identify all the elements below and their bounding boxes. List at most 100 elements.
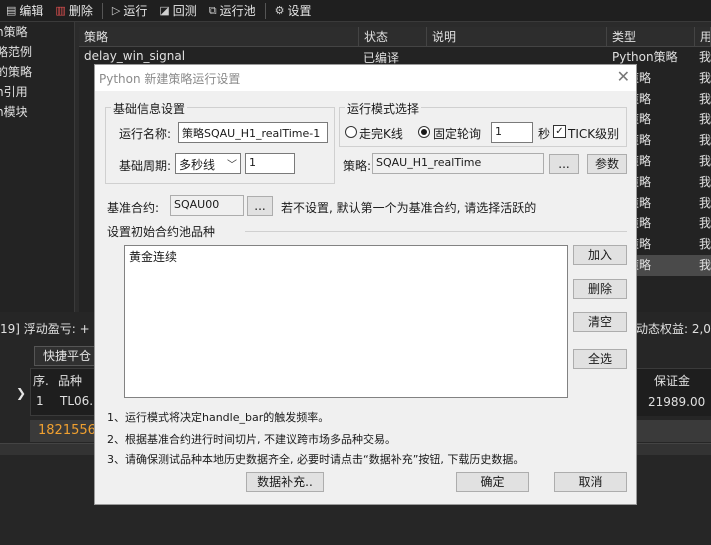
col-variety-header: 品种 xyxy=(58,374,83,388)
row-margin-cell: 21989.00 xyxy=(648,395,706,409)
run-name-input[interactable]: 策略SQAU_H1_realTime-1 xyxy=(178,122,328,143)
run-label: 运行 xyxy=(123,4,148,18)
main-toolbar: ▤ 编辑 ▥ 删除 ▷ 运行 ◪ 回测 ⧉ 运行池 ⚙ 设置 xyxy=(0,0,711,22)
tree-item[interactable]: 的策略 xyxy=(0,62,74,82)
run-name-label: 运行名称: xyxy=(119,127,172,141)
note-3: 3、请确保测试品种本地历史数据齐全, 必要时请点击“数据补充”按钮, 下载历史数… xyxy=(107,453,525,466)
list-item[interactable]: 黄金连续 xyxy=(129,248,177,265)
strategy-tree: n策略 略范例 的策略 n引用 n模块 xyxy=(0,22,75,312)
pool-divider xyxy=(245,231,627,232)
pool-group-title: 设置初始合约池品种 xyxy=(107,225,216,239)
expand-arrow-icon[interactable]: ❯ xyxy=(16,386,26,400)
edit-icon: ▤ xyxy=(6,4,17,17)
strategy-browse-button[interactable]: ... xyxy=(549,154,579,174)
run-pool-button[interactable]: ⧉ 运行池 xyxy=(203,0,262,22)
new-strategy-run-dialog: Python 新建策略运行设置 ✕ 基础信息设置 运行名称: 策略SQAU_H1… xyxy=(94,64,637,505)
tree-item[interactable]: n引用 xyxy=(0,82,74,102)
run-mode-group-title: 运行模式选择 xyxy=(345,100,422,117)
tree-item[interactable]: n模块 xyxy=(0,102,74,122)
edit-button[interactable]: ▤ 编辑 xyxy=(0,0,49,22)
row-seq-cell: 1 xyxy=(36,394,44,408)
note-1: 1、运行模式将决定handle_bar的触发频率。 xyxy=(107,411,330,424)
gear-icon: ⚙ xyxy=(274,4,285,17)
quick-close-tab[interactable]: 快捷平仓 xyxy=(34,346,96,366)
col-seq-header: 序. xyxy=(33,374,49,388)
delete-button[interactable]: ▥ 删除 xyxy=(49,0,98,22)
dynamic-equity-label: 动态权益: 2,03 xyxy=(636,322,711,336)
use-cell: 我 xyxy=(699,133,711,148)
base-contract-hint: 若不设置, 默认第一个为基准合约, 请选择活跃的 xyxy=(281,201,537,215)
base-contract-browse-button[interactable]: ... xyxy=(247,196,273,216)
use-column: 我 我 我 我 我 我 我 我 我 我 我 xyxy=(695,47,711,276)
mode-kline-label[interactable]: 走完K线 xyxy=(359,125,403,142)
period-select[interactable]: 多秒线 ﹀ xyxy=(175,153,241,174)
tick-level-checkbox[interactable]: ✓ xyxy=(553,125,566,138)
use-cell: 我 xyxy=(699,216,711,231)
tree-item[interactable]: n策略 xyxy=(0,22,74,42)
use-cell: 我 xyxy=(699,50,711,64)
toolbar-divider xyxy=(264,2,266,19)
close-icon[interactable]: ✕ xyxy=(617,67,630,86)
table-header: 策略 状态 说明 类型 用 xyxy=(79,27,711,47)
play-icon: ▷ xyxy=(111,4,121,17)
params-button[interactable]: 参数 xyxy=(587,154,627,174)
backtest-label: 回测 xyxy=(172,4,197,18)
use-cell: 我 xyxy=(699,70,711,85)
use-cell: 我 xyxy=(699,112,711,127)
strategy-input: SQAU_H1_realTime xyxy=(372,153,544,174)
delete-contract-button[interactable]: 删除 xyxy=(573,279,627,299)
mode-interval-input[interactable]: 1 xyxy=(491,122,533,143)
dialog-title: Python 新建策略运行设置 xyxy=(99,72,241,86)
use-cell: 我 xyxy=(699,91,711,106)
basic-info-group-title: 基础信息设置 xyxy=(111,100,188,117)
header-strategy[interactable]: 策略 xyxy=(79,27,359,46)
dialog-titlebar: Python 新建策略运行设置 ✕ xyxy=(95,65,636,91)
period-count-input[interactable]: 1 xyxy=(245,153,295,174)
header-status[interactable]: 状态 xyxy=(359,27,427,46)
edit-label: 编辑 xyxy=(19,4,44,18)
cancel-button[interactable]: 取消 xyxy=(554,472,627,492)
pool-icon: ⧉ xyxy=(208,3,217,17)
data-supplement-button[interactable]: 数据补充.. xyxy=(246,472,324,492)
header-type[interactable]: 类型 xyxy=(607,27,695,46)
period-select-value: 多秒线 xyxy=(179,158,216,172)
use-cell: 我 xyxy=(699,195,711,210)
tree-item[interactable]: 略范例 xyxy=(0,42,74,62)
account-value: 1821556 xyxy=(30,420,96,442)
use-cell: 我 xyxy=(699,153,711,168)
contract-pool-list[interactable]: 黄金连续 xyxy=(124,245,568,398)
mode-kline-radio[interactable] xyxy=(345,126,357,138)
settings-button[interactable]: ⚙ 设置 xyxy=(269,0,318,22)
use-cell: 我 xyxy=(695,254,711,276)
account-bar-right xyxy=(637,420,711,442)
period-label: 基础周期: xyxy=(119,159,172,173)
floating-pnl-label: 19] 浮动盈亏: + xyxy=(0,322,90,336)
chart-icon: ◪ xyxy=(159,4,170,17)
toolbar-divider xyxy=(101,2,103,19)
mode-unit-label: 秒 xyxy=(538,127,551,141)
select-all-button[interactable]: 全选 xyxy=(573,349,627,369)
tick-level-label[interactable]: TICK级别 xyxy=(568,125,619,142)
strategy-name-cell[interactable]: delay_win_signal xyxy=(84,49,185,63)
trash-icon: ▥ xyxy=(55,4,66,17)
col-margin-header: 保证金 xyxy=(654,374,691,388)
mode-fixed-label[interactable]: 固定轮询 xyxy=(433,125,481,142)
note-2: 2、根据基准合约进行时间切片, 不建议跨市场多品种交易。 xyxy=(107,433,396,446)
clear-button[interactable]: 清空 xyxy=(573,312,627,332)
use-cell: 我 xyxy=(699,237,711,252)
strategy-label: 策略: xyxy=(343,159,372,173)
add-button[interactable]: 加入 xyxy=(573,245,627,265)
chevron-down-icon: ﹀ xyxy=(227,160,237,171)
base-contract-label: 基准合约: xyxy=(107,201,160,215)
run-pool-label: 运行池 xyxy=(219,4,256,18)
ok-button[interactable]: 确定 xyxy=(456,472,529,492)
header-use[interactable]: 用 xyxy=(695,27,711,46)
mode-fixed-radio[interactable] xyxy=(418,126,430,138)
run-button[interactable]: ▷ 运行 xyxy=(106,0,153,22)
backtest-button[interactable]: ◪ 回测 xyxy=(153,0,202,22)
use-cell: 我 xyxy=(699,174,711,189)
delete-label: 删除 xyxy=(68,4,93,18)
header-description[interactable]: 说明 xyxy=(427,27,607,46)
base-contract-input: SQAU00 xyxy=(170,195,244,216)
settings-label: 设置 xyxy=(287,4,312,18)
